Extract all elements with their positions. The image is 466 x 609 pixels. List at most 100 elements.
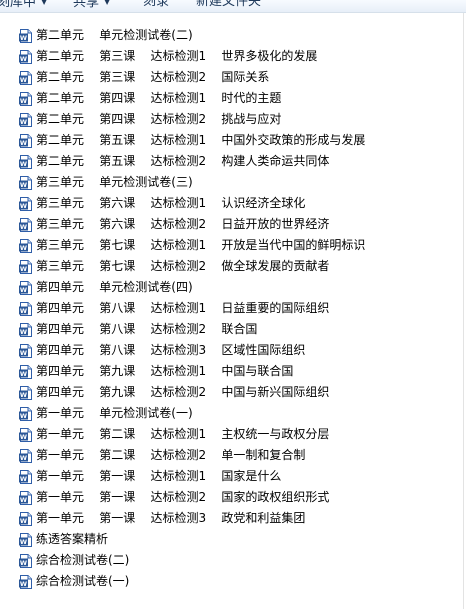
file-list-item[interactable]: W 第一单元 第一课 达标检测2 国家的政权组织形式 xyxy=(0,487,466,508)
word-document-icon: W xyxy=(19,301,32,316)
file-list-item[interactable]: W 第四单元 第九课 达标检测2 中国与新兴国际组织 xyxy=(0,382,466,403)
file-list-item[interactable]: W 练透答案精析 xyxy=(0,529,466,550)
svg-text:W: W xyxy=(20,475,27,483)
file-list-item[interactable]: W 第一单元 第二课 达标检测1 主权统一与政权分层 xyxy=(0,424,466,445)
file-name-label: 第一单元 单元检测试卷(一) xyxy=(36,406,193,420)
file-name-label: 第二单元 第五课 达标检测1 中国外交政策的形成与发展 xyxy=(36,133,366,147)
file-list-item[interactable]: W 第二单元 第四课 达标检测2 挑战与应对 xyxy=(0,109,466,130)
file-list-item[interactable]: W 第二单元 单元检测试卷(二) xyxy=(0,25,466,46)
file-list-item[interactable]: W 第二单元 第三课 达标检测2 国际关系 xyxy=(0,67,466,88)
word-document-icon: W xyxy=(19,406,32,421)
toolbar-burn-button[interactable]: 刻录 xyxy=(143,0,169,11)
svg-text:W: W xyxy=(20,181,27,189)
word-document-icon: W xyxy=(19,154,32,169)
file-name-label: 第三单元 第七课 达标检测1 开放是当代中国的鲜明标识 xyxy=(36,238,366,252)
file-name-label: 第三单元 单元检测试卷(三) xyxy=(36,175,193,189)
file-list-item[interactable]: W 第一单元 单元检测试卷(一) xyxy=(0,403,466,424)
toolbar-share-button[interactable]: 共享 ▼ xyxy=(73,0,110,12)
toolbar-include-in-library-button[interactable]: 刻库中 ▼ xyxy=(0,0,47,12)
word-document-icon: W xyxy=(19,70,32,85)
svg-text:W: W xyxy=(20,244,27,252)
file-list-item[interactable]: W 第四单元 第八课 达标检测1 日益重要的国际组织 xyxy=(0,298,466,319)
file-list-item[interactable]: W 第三单元 第七课 达标检测1 开放是当代中国的鲜明标识 xyxy=(0,235,466,256)
svg-text:W: W xyxy=(20,202,27,210)
file-name-label: 第二单元 第五课 达标检测2 构建人类命运共同体 xyxy=(36,154,330,168)
file-name-label: 第二单元 单元检测试卷(二) xyxy=(36,28,193,42)
file-list-item[interactable]: W 第二单元 第三课 达标检测1 世界多极化的发展 xyxy=(0,46,466,67)
file-name-label: 第四单元 第八课 达标检测1 日益重要的国际组织 xyxy=(36,301,330,315)
file-list-item[interactable]: W 第四单元 单元检测试卷(四) xyxy=(0,277,466,298)
file-name-label: 第二单元 第三课 达标检测1 世界多极化的发展 xyxy=(36,49,318,63)
file-name-label: 第三单元 第七课 达标检测2 做全球发展的贡献者 xyxy=(36,259,330,273)
file-list-item[interactable]: W 第一单元 第一课 达标检测3 政党和利益集团 xyxy=(0,508,466,529)
svg-text:W: W xyxy=(20,517,27,525)
word-document-icon: W xyxy=(19,427,32,442)
word-document-icon: W xyxy=(19,511,32,526)
word-document-icon: W xyxy=(19,196,32,211)
word-document-icon: W xyxy=(19,28,32,43)
toolbar-item-label: 刻库中 xyxy=(0,0,37,10)
svg-text:W: W xyxy=(20,223,27,231)
file-list-item[interactable]: W 综合检测试卷(一) xyxy=(0,571,466,592)
word-document-icon: W xyxy=(19,259,32,274)
word-document-icon: W xyxy=(19,175,32,190)
file-list: W 第二单元 单元检测试卷(二) W 第二单元 第三课 达标检测1 世界多极化的发展 W… xyxy=(0,25,466,592)
word-document-icon: W xyxy=(19,322,32,337)
file-list-item[interactable]: W 第三单元 单元检测试卷(三) xyxy=(0,172,466,193)
svg-text:W: W xyxy=(20,391,27,399)
svg-text:W: W xyxy=(20,97,27,105)
file-list-item[interactable]: W 第三单元 第六课 达标检测2 日益开放的世界经济 xyxy=(0,214,466,235)
file-list-item[interactable]: W 第四单元 第八课 达标检测2 联合国 xyxy=(0,319,466,340)
word-document-icon: W xyxy=(19,385,32,400)
word-document-icon: W xyxy=(19,448,32,463)
word-document-icon: W xyxy=(19,490,32,505)
file-list-item[interactable]: W 第四单元 第八课 达标检测3 区域性国际组织 xyxy=(0,340,466,361)
file-name-label: 第二单元 第四课 达标检测2 挑战与应对 xyxy=(36,112,282,126)
file-list-item[interactable]: W 第二单元 第五课 达标检测1 中国外交政策的形成与发展 xyxy=(0,130,466,151)
file-name-label: 第四单元 第九课 达标检测1 中国与联合国 xyxy=(36,364,294,378)
svg-text:W: W xyxy=(20,412,27,420)
word-document-icon: W xyxy=(19,574,32,589)
file-name-label: 第二单元 第三课 达标检测2 国际关系 xyxy=(36,70,270,84)
svg-text:W: W xyxy=(20,580,27,588)
chevron-down-icon: ▼ xyxy=(41,0,48,6)
file-name-label: 第一单元 第一课 达标检测2 国家的政权组织形式 xyxy=(36,490,330,504)
svg-text:W: W xyxy=(20,286,27,294)
word-document-icon: W xyxy=(19,280,32,295)
toolbar-item-label: 共享 xyxy=(73,0,100,10)
file-list-item[interactable]: W 第一单元 第一课 达标检测1 国家是什么 xyxy=(0,466,466,487)
word-document-icon: W xyxy=(19,364,32,379)
svg-text:W: W xyxy=(20,559,27,567)
list-pane-border xyxy=(463,13,464,609)
file-list-item[interactable]: W 第一单元 第二课 达标检测2 单一制和复合制 xyxy=(0,445,466,466)
file-list-item[interactable]: W 第二单元 第五课 达标检测2 构建人类命运共同体 xyxy=(0,151,466,172)
word-document-icon: W xyxy=(19,91,32,106)
svg-text:W: W xyxy=(20,328,27,336)
file-name-label: 第一单元 第一课 达标检测1 国家是什么 xyxy=(36,469,282,483)
svg-text:W: W xyxy=(20,160,27,168)
file-name-label: 第一单元 第二课 达标检测2 单一制和复合制 xyxy=(36,448,306,462)
word-document-icon: W xyxy=(19,553,32,568)
toolbar-new-folder-button[interactable]: 新建文件夹 xyxy=(196,0,261,11)
file-list-item[interactable]: W 第三单元 第七课 达标检测2 做全球发展的贡献者 xyxy=(0,256,466,277)
file-name-label: 第一单元 第一课 达标检测3 政党和利益集团 xyxy=(36,511,306,525)
word-document-icon: W xyxy=(19,49,32,64)
svg-text:W: W xyxy=(20,538,27,546)
file-list-item[interactable]: W 第二单元 第四课 达标检测1 时代的主题 xyxy=(0,88,466,109)
svg-text:W: W xyxy=(20,454,27,462)
toolbar-item-label: 刻录 xyxy=(143,0,170,9)
file-name-label: 第四单元 单元检测试卷(四) xyxy=(36,280,193,294)
file-name-label: 第三单元 第六课 达标检测2 日益开放的世界经济 xyxy=(36,217,330,231)
svg-text:W: W xyxy=(20,433,27,441)
file-list-item[interactable]: W 第四单元 第九课 达标检测1 中国与联合国 xyxy=(0,361,466,382)
file-list-item[interactable]: W 综合检测试卷(二) xyxy=(0,550,466,571)
svg-text:W: W xyxy=(20,34,27,42)
file-name-label: 第三单元 第六课 达标检测1 认识经济全球化 xyxy=(36,196,306,210)
word-document-icon: W xyxy=(19,112,32,127)
file-name-label: 第四单元 第八课 达标检测3 区域性国际组织 xyxy=(36,343,306,357)
word-document-icon: W xyxy=(19,238,32,253)
file-list-item[interactable]: W 第三单元 第六课 达标检测1 认识经济全球化 xyxy=(0,193,466,214)
file-name-label: 第四单元 第九课 达标检测2 中国与新兴国际组织 xyxy=(36,385,330,399)
toolbar-item-label: 新建文件夹 xyxy=(196,0,262,9)
svg-text:W: W xyxy=(20,139,27,147)
